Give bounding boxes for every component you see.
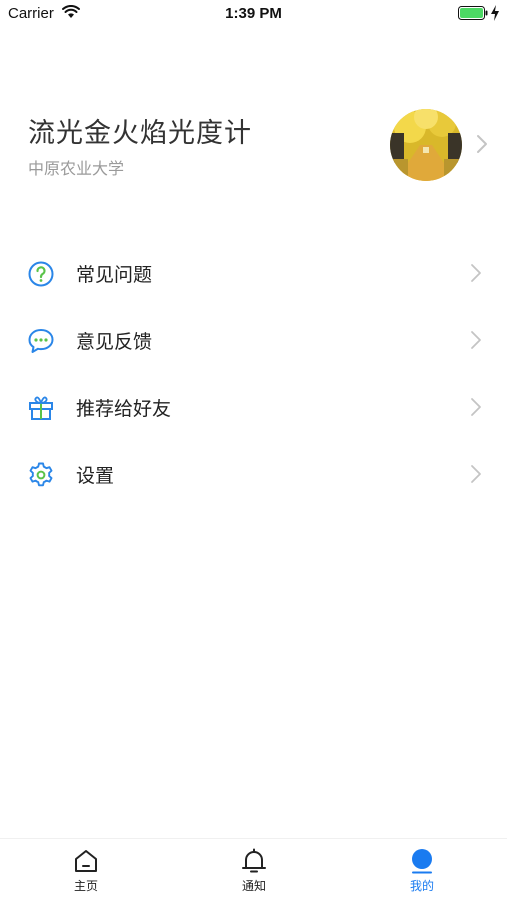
menu-label: 常见问题 xyxy=(76,264,153,286)
gear-icon xyxy=(29,462,53,487)
tab-label: 主页 xyxy=(73,879,98,893)
tab-notifications[interactable]: 通知 xyxy=(194,839,314,900)
tab-bar: 主页 通知 我的 xyxy=(0,838,507,900)
tab-label: 我的 xyxy=(409,879,434,893)
user-name: 流光金火焰光度计 xyxy=(28,118,252,149)
chevron-right-icon xyxy=(477,135,487,153)
chevron-right-icon xyxy=(471,465,481,483)
bell-icon xyxy=(242,848,266,873)
menu-label: 意见反馈 xyxy=(76,331,153,353)
menu-item-faq[interactable]: 常见问题 xyxy=(0,240,507,307)
chevron-right-icon xyxy=(471,264,481,282)
chevron-right-icon xyxy=(471,398,481,416)
tab-home[interactable]: 主页 xyxy=(26,839,146,900)
menu-label: 推荐给好友 xyxy=(76,398,172,420)
charging-bolt-icon xyxy=(491,5,499,21)
menu-item-feedback[interactable]: 意见反馈 xyxy=(0,307,507,374)
menu-label: 设置 xyxy=(76,465,115,487)
home-icon xyxy=(75,850,97,872)
profile-icon xyxy=(412,849,432,874)
status-bar: Carrier 1:39 PM xyxy=(0,0,507,28)
avatar[interactable] xyxy=(390,109,462,181)
chevron-right-icon xyxy=(471,331,481,349)
avatar-image xyxy=(390,109,462,181)
tab-profile[interactable]: 我的 xyxy=(362,839,482,900)
question-circle-icon xyxy=(28,261,54,287)
battery-icon xyxy=(458,6,488,20)
profile-header[interactable]: 流光金火焰光度计 中原农业大学 xyxy=(0,95,507,195)
chat-bubbles-icon xyxy=(28,329,54,353)
menu-item-recommend[interactable]: 推荐给好友 xyxy=(0,374,507,441)
gift-icon xyxy=(29,396,53,420)
status-time: 1:39 PM xyxy=(225,5,282,22)
user-school: 中原农业大学 xyxy=(28,159,125,178)
tab-label: 通知 xyxy=(241,879,266,893)
menu-item-settings[interactable]: 设置 xyxy=(0,441,507,508)
